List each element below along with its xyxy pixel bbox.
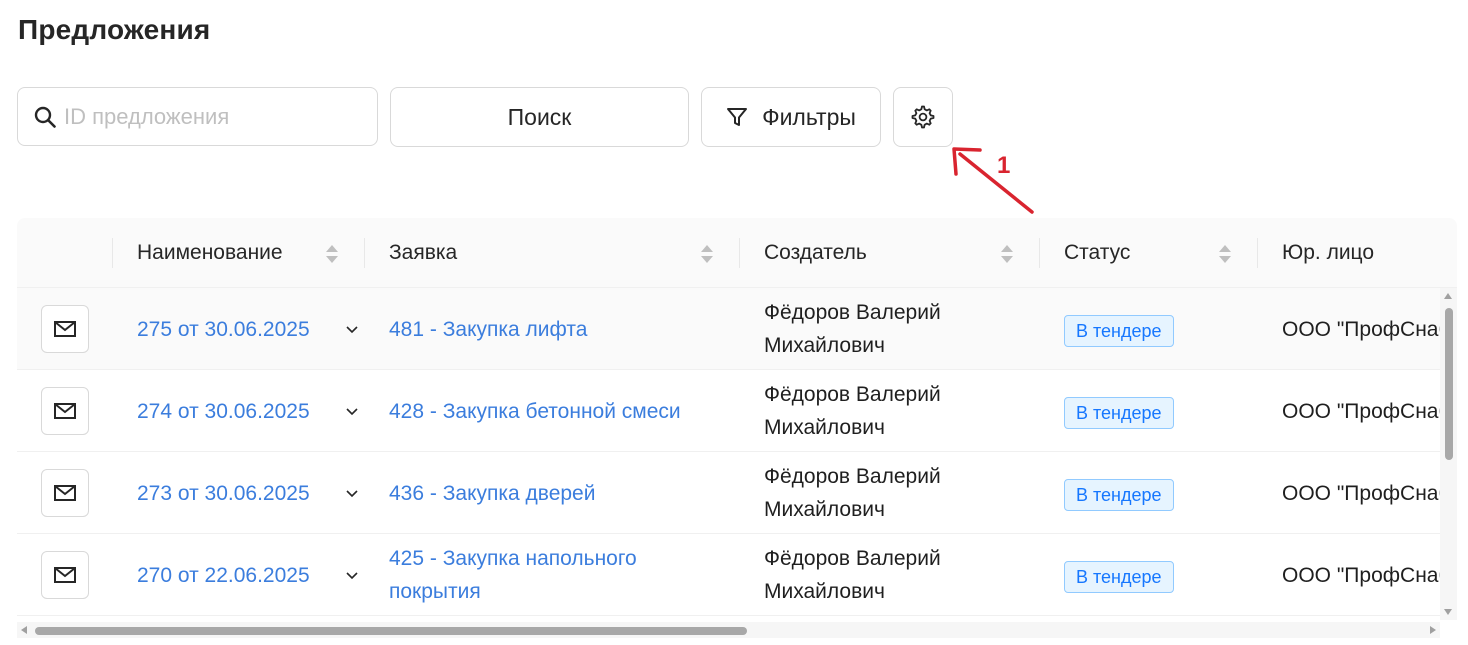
search-button[interactable]: Поиск: [390, 87, 689, 147]
table-header: Наименование Заявка Создатель Статус Юр.…: [17, 218, 1457, 288]
request-link[interactable]: 425 - Закупка напольного: [389, 542, 637, 575]
mail-icon: [54, 403, 76, 419]
settings-button[interactable]: [893, 87, 953, 147]
filters-button-label: Фильтры: [762, 103, 856, 130]
column-header-request[interactable]: Заявка: [389, 218, 457, 288]
message-button[interactable]: [41, 387, 89, 435]
creator-patronymic: Михайлович: [764, 498, 885, 521]
message-button[interactable]: [41, 305, 89, 353]
legal-entity: ООО "ПрофСнаб: [1282, 400, 1451, 423]
proposal-link[interactable]: 273 от 30.06.2025: [137, 477, 310, 510]
proposals-table: Наименование Заявка Создатель Статус Юр.…: [17, 218, 1457, 638]
sort-icon[interactable]: [1218, 242, 1232, 266]
creator-name: Фёдоров Валерий: [764, 301, 941, 324]
vertical-scrollbar[interactable]: [1440, 288, 1457, 620]
status-badge: В тендере: [1064, 561, 1174, 593]
chevron-down-icon[interactable]: [345, 489, 359, 499]
horizontal-scrollbar[interactable]: [17, 622, 1440, 638]
search-input-wrapper[interactable]: [17, 87, 378, 146]
column-separator: [1039, 238, 1040, 268]
creator-patronymic: Михайлович: [764, 334, 885, 357]
request-link-continuation[interactable]: покрытия: [389, 575, 481, 608]
column-separator: [364, 238, 365, 268]
legal-entity: ООО "ПрофСнаб: [1282, 482, 1451, 505]
request-link[interactable]: 481 - Закупка лифта: [389, 313, 587, 346]
horizontal-scroll-thumb[interactable]: [35, 627, 747, 635]
creator-name: Фёдоров Валерий: [764, 383, 941, 406]
request-link[interactable]: 428 - Закупка бетонной смеси: [389, 395, 681, 428]
column-header-creator[interactable]: Создатель: [764, 218, 867, 288]
chevron-down-icon[interactable]: [345, 571, 359, 581]
column-separator: [739, 238, 740, 268]
proposal-link[interactable]: 274 от 30.06.2025: [137, 395, 310, 428]
sort-icon[interactable]: [325, 242, 339, 266]
funnel-icon: [727, 108, 748, 126]
column-separator: [1257, 238, 1258, 268]
column-header-name[interactable]: Наименование: [137, 218, 283, 288]
proposal-link[interactable]: 270 от 22.06.2025: [137, 559, 310, 592]
column-header-status[interactable]: Статус: [1064, 218, 1130, 288]
proposal-link[interactable]: 275 от 30.06.2025: [137, 313, 310, 346]
scroll-left-icon[interactable]: [21, 626, 27, 634]
legal-entity: ООО "ПрофСнаб: [1282, 564, 1451, 587]
table-row[interactable]: 274 от 30.06.2025 428 - Закупка бетонной…: [17, 370, 1457, 452]
creator-patronymic: Михайлович: [764, 416, 885, 439]
creator-patronymic: Михайлович: [764, 580, 885, 603]
annotation-number: 1: [997, 152, 1011, 179]
table-row[interactable]: 270 от 22.06.2025 425 - Закупка напольно…: [17, 534, 1457, 616]
scroll-right-icon[interactable]: [1430, 626, 1436, 634]
scroll-up-icon[interactable]: [1444, 293, 1452, 299]
mail-icon: [54, 321, 76, 337]
creator-name: Фёдоров Валерий: [764, 547, 941, 570]
page-title: Предложения: [18, 14, 211, 45]
gear-icon: [911, 105, 935, 129]
filters-button[interactable]: Фильтры: [701, 87, 881, 147]
column-header-legal-entity[interactable]: Юр. лицо: [1282, 218, 1374, 288]
scroll-down-icon[interactable]: [1444, 609, 1452, 615]
status-badge: В тендере: [1064, 479, 1174, 511]
table-row[interactable]: 275 от 30.06.2025 481 - Закупка лифта Фё…: [17, 288, 1457, 370]
search-icon: [34, 106, 56, 128]
legal-entity: ООО "ПрофСнаб: [1282, 318, 1451, 341]
table-row[interactable]: 273 от 30.06.2025 436 - Закупка дверей Ф…: [17, 452, 1457, 534]
request-link[interactable]: 436 - Закупка дверей: [389, 477, 595, 510]
chevron-down-icon[interactable]: [345, 325, 359, 335]
vertical-scroll-thumb[interactable]: [1445, 308, 1453, 460]
column-separator: [112, 238, 113, 268]
message-button[interactable]: [41, 469, 89, 517]
chevron-down-icon[interactable]: [345, 407, 359, 417]
sort-icon[interactable]: [700, 242, 714, 266]
status-badge: В тендере: [1064, 397, 1174, 429]
mail-icon: [54, 567, 76, 583]
mail-icon: [54, 485, 76, 501]
status-badge: В тендере: [1064, 315, 1174, 347]
sort-icon[interactable]: [1000, 242, 1014, 266]
search-input[interactable]: [64, 103, 344, 130]
annotation-arrow: [952, 147, 1034, 214]
creator-name: Фёдоров Валерий: [764, 465, 941, 488]
message-button[interactable]: [41, 551, 89, 599]
